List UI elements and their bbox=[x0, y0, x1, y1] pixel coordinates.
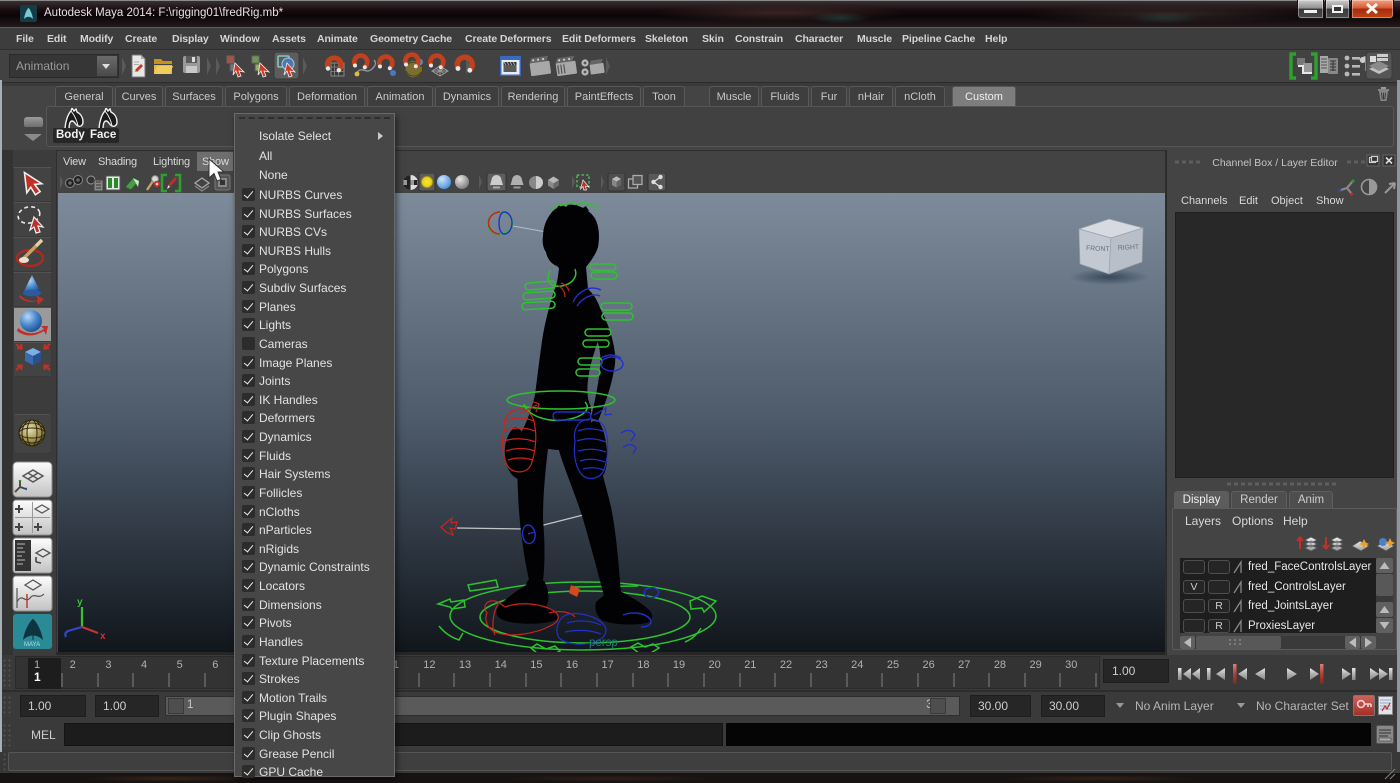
svg-text:MAYA: MAYA bbox=[24, 642, 40, 648]
svg-text:x: x bbox=[100, 631, 106, 642]
svg-text:y: y bbox=[77, 597, 83, 608]
svg-text:FRONT: FRONT bbox=[1086, 245, 1110, 253]
svg-text:RIGHT: RIGHT bbox=[1118, 244, 1139, 252]
svg-text:persp: persp bbox=[589, 637, 618, 649]
